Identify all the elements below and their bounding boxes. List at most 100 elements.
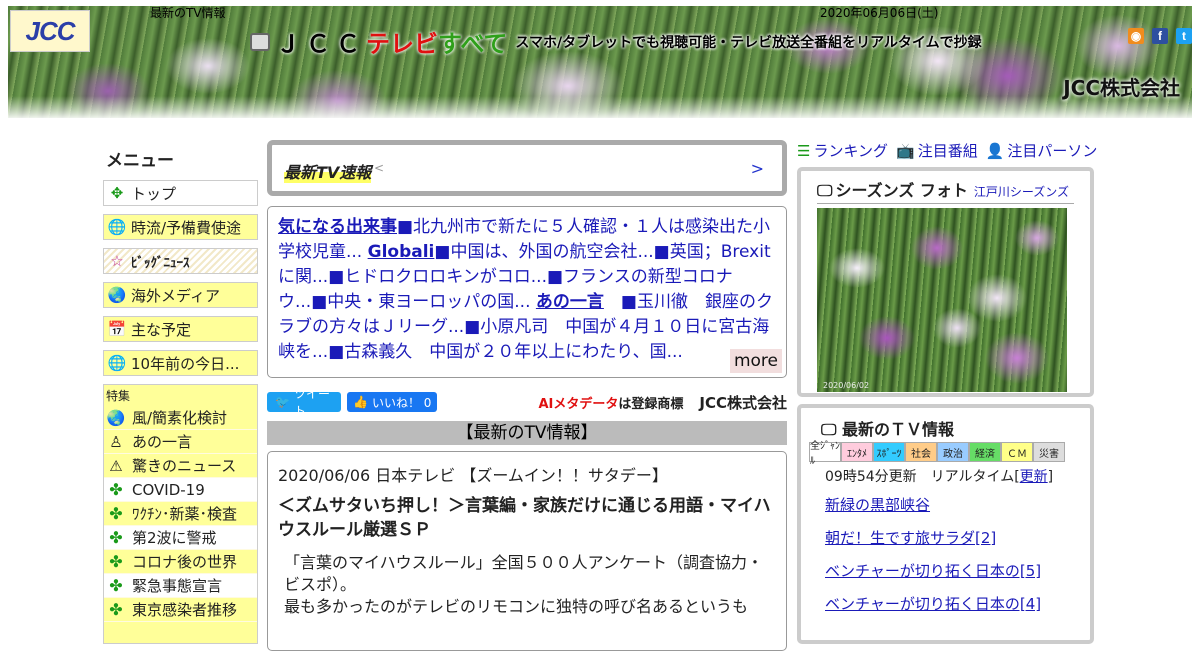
- headline-box: 気になる出来事■北九州市で新たに５人確認・１人は感染出た小学校児童... Glo…: [267, 206, 787, 378]
- social-links: ◉ f t: [1128, 28, 1192, 44]
- program-link[interactable]: ベンチャーが切り拓く日本の[4]: [809, 593, 1082, 614]
- ranking-label: ランキング: [813, 142, 889, 160]
- star-icon: ☆: [110, 252, 124, 270]
- site-title[interactable]: ＪＣＣ テレビ すべて スマホ/タブレットでも視聴可能・テレビ放送全番組をリアル…: [250, 24, 982, 59]
- quick-links: ☰ ランキング 📺 注目番組 👤 注目パーソン: [797, 140, 1097, 161]
- latest-tv-box: 🖵 最新のＴＶ情報 全ｼﾞｬﾝﾙ ｴﾝﾀﾒ ｽﾎﾟｰﾂ 社会 政治 経済 ＣＭ …: [797, 404, 1094, 644]
- program-link[interactable]: 新緑の黒部峡谷: [809, 494, 1082, 515]
- tab-disaster[interactable]: 災害: [1033, 442, 1065, 462]
- menu-item-label: 時流/予備費使途: [131, 218, 242, 237]
- tv-icon: [250, 32, 270, 51]
- headline-link-global[interactable]: Globali: [368, 242, 435, 262]
- feature-label: COVID-19: [132, 480, 205, 499]
- feature-item[interactable]: 🌏 風/簡素化検討: [104, 406, 257, 430]
- latest-title-text: 最新のＴＶ情報: [842, 420, 955, 439]
- feature-menu: 特集 🌏 風/簡素化検討 ♙ あの一言 ⚠ 驚きのニュース ✤ COVID-19…: [103, 384, 258, 644]
- program-title[interactable]: ＜ズムサタいち押し！＞言葉編・家族だけに通じる用語・マイハウスルール厳選ＳＰ: [278, 494, 776, 542]
- globe-icon: 🌐: [107, 218, 127, 236]
- menu-item-label: 海外メディア: [131, 286, 220, 305]
- top-label: 最新のTV情報: [150, 6, 226, 20]
- menu-item-trend[interactable]: 🌐 時流/予備費使途: [103, 214, 258, 240]
- photo-date-stamp: 2020/06/02: [823, 381, 870, 390]
- feature-item[interactable]: ✤ 東京感染者推移: [104, 598, 257, 622]
- menu-item-label: ﾋﾞｯｸﾞﾆｭｰｽ: [131, 255, 190, 271]
- featured-persons-label: 注目パーソン: [1007, 142, 1098, 160]
- program-body-2: 最も多かったのがテレビのリモコンに独特の呼び名あるというも: [284, 597, 749, 616]
- program-link[interactable]: 朝だ！生です旅サラダ[2]: [809, 527, 1082, 548]
- site-logo[interactable]: JCC: [10, 10, 90, 52]
- feature-item[interactable]: ✤ ﾜｸﾁﾝ･新薬･検査: [104, 502, 257, 526]
- tab-all-genres[interactable]: 全ｼﾞｬﾝﾙ: [809, 441, 841, 467]
- tweet-button[interactable]: 🐦 ツイート: [267, 387, 341, 418]
- refresh-link[interactable]: 更新: [1020, 469, 1048, 485]
- headline-link-topic[interactable]: 気になる出来事: [278, 217, 397, 237]
- photo-subtitle[interactable]: 江戸川シーズンズ: [974, 183, 1069, 200]
- tab-economy[interactable]: 経済: [969, 442, 1001, 462]
- menu-item-big-news[interactable]: ☆ ﾋﾞｯｸﾞﾆｭｰｽ: [103, 248, 258, 274]
- menu-item-foreign-media[interactable]: 🌏 海外メディア: [103, 282, 258, 308]
- menu-item-label: 10年前の今日...: [131, 354, 240, 373]
- clover-icon: ✤: [109, 552, 123, 571]
- clover-icon: ✤: [109, 576, 123, 595]
- feature-label: ﾜｸﾁﾝ･新薬･検査: [132, 505, 238, 523]
- latest-title: 🖵 最新のＴＶ情報: [809, 416, 1082, 440]
- warning-icon: ⚠: [109, 456, 123, 475]
- company-name: JCC株式会社: [1063, 76, 1180, 100]
- feature-item[interactable]: ✤ COVID-19: [104, 478, 257, 502]
- site-tagline: スマホ/タブレットでも視聴可能・テレビ放送全番組をリアルタイムで抄録: [515, 34, 982, 51]
- featured-persons-link[interactable]: 👤 注目パーソン: [986, 140, 1098, 161]
- globe-icon: 🌐: [107, 354, 127, 372]
- person-icon: ♙: [109, 432, 123, 451]
- feature-item[interactable]: ♙ あの一言: [104, 430, 257, 454]
- feature-label: 東京感染者推移: [132, 601, 238, 619]
- menu-item-label: 主な予定: [131, 320, 192, 339]
- program-meta: 2020/06/06 日本テレビ 【ズームイン！！サタデー】: [278, 466, 668, 485]
- menu-title: メニュー: [106, 151, 174, 171]
- tab-cm[interactable]: ＣＭ: [1001, 442, 1033, 462]
- calendar-person-icon: 📅: [107, 320, 127, 338]
- tab-sports[interactable]: ｽﾎﾟｰﾂ: [873, 442, 905, 462]
- tab-entertainment[interactable]: ｴﾝﾀﾒ: [841, 442, 873, 462]
- program-link[interactable]: ベンチャーが切り拓く日本の[5]: [809, 560, 1082, 581]
- feature-item[interactable]: ⚠ 驚きのニュース: [104, 454, 257, 478]
- like-button[interactable]: 👍 いいね！ 0: [347, 392, 438, 412]
- feature-label: 驚きのニュース: [132, 457, 237, 475]
- featured-programs-link[interactable]: 📺 注目番組: [896, 140, 978, 161]
- monitor-icon: 🖵: [817, 181, 833, 200]
- ranking-link[interactable]: ☰ ランキング: [797, 140, 888, 161]
- feature-label: コロナ後の世界: [132, 553, 238, 571]
- feature-item[interactable]: ✤ 第2波に警戒: [104, 526, 257, 550]
- clover-icon: ✤: [109, 480, 123, 499]
- earth-icon: 🌏: [107, 286, 127, 304]
- ticker-label: 最新TV速報: [284, 159, 372, 183]
- feature-item[interactable]: ✤ コロナ後の世界: [104, 550, 257, 574]
- iris-photo[interactable]: 2020/06/02: [817, 208, 1067, 392]
- feature-label: 第2波に警戒: [132, 529, 217, 547]
- clover-icon: ✤: [109, 600, 123, 619]
- refresh-bracket: ]: [1047, 469, 1054, 485]
- clover-icon: ✤: [109, 504, 123, 523]
- more-button[interactable]: more: [729, 349, 782, 373]
- featured-programs-label: 注目番組: [917, 142, 978, 160]
- person-icon: 👤: [985, 142, 1005, 160]
- title-jcc: ＪＣＣ: [276, 31, 366, 58]
- ticker-next-button[interactable]: >: [751, 159, 764, 178]
- feature-label: 風/簡素化検討: [132, 409, 228, 427]
- trademark-name: AIメタデータ: [538, 396, 619, 412]
- headline-link-quote[interactable]: あの一言: [536, 292, 604, 312]
- tab-politics[interactable]: 政治: [937, 442, 969, 462]
- ticker-prev-button[interactable]: <: [374, 161, 384, 175]
- menu-item-schedule[interactable]: 📅 主な予定: [103, 316, 258, 342]
- twitter-icon[interactable]: t: [1176, 28, 1192, 44]
- like-label: いいね！ 0: [371, 395, 432, 410]
- thumbs-up-icon: 👍: [353, 395, 368, 409]
- section-title: 【最新のTV情報】: [267, 421, 787, 445]
- menu-item-ten-years-ago[interactable]: 🌐 10年前の今日...: [103, 350, 258, 376]
- menu-item-label: トップ: [131, 184, 177, 203]
- refresh-line: 09時54分更新 リアルタイム[更新]: [809, 466, 1082, 486]
- tab-society[interactable]: 社会: [905, 442, 937, 462]
- rss-icon[interactable]: ◉: [1128, 28, 1144, 44]
- facebook-icon[interactable]: f: [1152, 28, 1168, 44]
- feature-item[interactable]: ✤ 緊急事態宣言: [104, 574, 257, 598]
- menu-item-top[interactable]: ✥ トップ: [103, 180, 258, 206]
